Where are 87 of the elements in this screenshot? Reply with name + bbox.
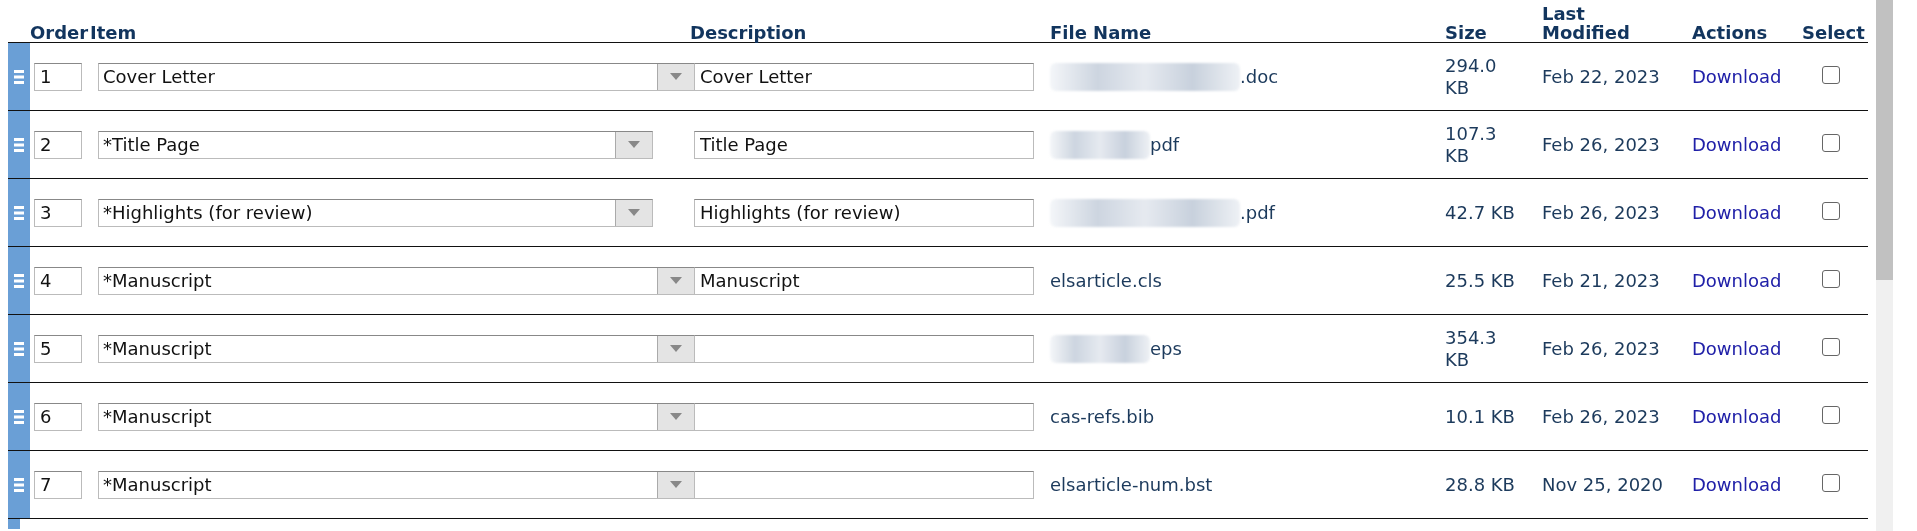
modified-date: Feb 26, 2023 xyxy=(1542,201,1661,224)
select-checkbox[interactable] xyxy=(1822,65,1840,84)
column-header: Order xyxy=(30,23,90,42)
description-input[interactable] xyxy=(694,470,1034,499)
item-dropdown[interactable]: *Highlights (for review) xyxy=(98,198,653,227)
order-input[interactable]: 4 xyxy=(34,266,82,295)
file-name: cas-refs.bib xyxy=(1050,405,1155,428)
file-name: elsarticle-num.bst xyxy=(1050,473,1213,496)
caret-icon xyxy=(670,277,682,284)
file-size: 107.3 KB xyxy=(1445,122,1498,167)
drag-handle[interactable] xyxy=(8,519,20,529)
download-link[interactable]: Download xyxy=(1692,134,1782,155)
drag-handle-icon[interactable] xyxy=(14,204,24,221)
description-input[interactable]: Manuscript xyxy=(694,266,1034,295)
drag-handle-icon[interactable] xyxy=(14,408,24,425)
select-checkbox[interactable] xyxy=(1822,201,1840,220)
download-link[interactable]: Download xyxy=(1692,406,1782,427)
select-checkbox[interactable] xyxy=(1822,133,1840,152)
item-dropdown[interactable]: *Manuscript xyxy=(98,402,695,431)
column-header: File Name xyxy=(1049,23,1153,42)
select-checkbox[interactable] xyxy=(1822,405,1840,424)
description-input[interactable]: Cover Letter xyxy=(694,62,1034,91)
description-input[interactable]: Highlights (for review) xyxy=(694,198,1034,227)
select-checkbox[interactable] xyxy=(1822,473,1840,492)
file-size: 10.1 KB xyxy=(1445,405,1515,428)
column-header: Select xyxy=(1802,23,1866,42)
file-name: .doc xyxy=(1240,65,1279,88)
column-header: Actions xyxy=(1692,23,1769,42)
description-input[interactable]: Title Page xyxy=(694,130,1034,159)
order-input[interactable]: 2 xyxy=(34,130,82,159)
item-dropdown[interactable]: *Manuscript xyxy=(98,266,695,295)
modified-date: Feb 26, 2023 xyxy=(1542,337,1661,360)
download-link[interactable]: Download xyxy=(1692,66,1782,87)
file-name: eps xyxy=(1150,337,1182,360)
drag-handle[interactable] xyxy=(8,247,30,314)
description-input[interactable] xyxy=(694,334,1034,363)
caret-icon xyxy=(670,481,682,488)
modified-date: Feb 26, 2023 xyxy=(1542,405,1661,428)
file-size: 42.7 KB xyxy=(1445,201,1515,224)
order-input[interactable]: 5 xyxy=(34,334,82,363)
modified-date: Feb 21, 2023 xyxy=(1542,269,1661,292)
drag-handle-icon[interactable] xyxy=(14,272,24,289)
select-checkbox[interactable] xyxy=(1822,269,1840,288)
drag-handle[interactable] xyxy=(8,111,30,178)
drag-handle-icon[interactable] xyxy=(14,340,24,357)
modified-date: Feb 26, 2023 xyxy=(1542,133,1661,156)
caret-icon xyxy=(670,73,682,80)
item-dropdown[interactable]: *Manuscript xyxy=(98,334,695,363)
select-checkbox[interactable] xyxy=(1822,337,1840,356)
modified-date: Feb 22, 2023 xyxy=(1542,65,1661,88)
drag-handle[interactable] xyxy=(8,383,30,450)
file-name: .pdf xyxy=(1240,201,1275,224)
order-input[interactable]: 7 xyxy=(34,470,82,499)
description-input[interactable] xyxy=(694,402,1034,431)
caret-icon xyxy=(628,141,640,148)
order-input[interactable]: 1 xyxy=(34,62,82,91)
order-input[interactable]: 6 xyxy=(34,402,82,431)
file-name: elsarticle.cls xyxy=(1050,269,1162,292)
column-header: Description xyxy=(690,23,808,42)
file-size: 28.8 KB xyxy=(1445,473,1515,496)
file-size: 354.3 KB xyxy=(1445,326,1498,371)
drag-handle[interactable] xyxy=(8,179,30,246)
drag-handle-icon[interactable] xyxy=(14,68,24,85)
file-size: 25.5 KB xyxy=(1445,269,1515,292)
modified-date: Nov 25, 2020 xyxy=(1542,473,1664,496)
order-input[interactable]: 3 xyxy=(34,198,82,227)
file-size: 294.0 KB xyxy=(1445,54,1498,99)
item-dropdown[interactable]: *Manuscript xyxy=(98,470,695,499)
caret-icon xyxy=(670,413,682,420)
download-link[interactable]: Download xyxy=(1692,270,1782,291)
download-link[interactable]: Download xyxy=(1692,202,1782,223)
drag-handle-icon[interactable] xyxy=(14,136,24,153)
item-dropdown[interactable]: *Title Page xyxy=(98,130,653,159)
file-name: pdf xyxy=(1150,133,1180,156)
drag-handle[interactable] xyxy=(8,315,30,382)
drag-handle[interactable] xyxy=(8,451,30,518)
caret-icon xyxy=(628,209,640,216)
column-header: Size xyxy=(1445,23,1488,42)
drag-handle[interactable] xyxy=(8,43,30,110)
column-header: Last Modified xyxy=(1542,4,1631,42)
caret-icon xyxy=(670,345,682,352)
download-link[interactable]: Download xyxy=(1692,474,1782,495)
column-header: Item xyxy=(90,23,138,42)
item-dropdown[interactable]: Cover Letter xyxy=(98,62,695,91)
download-link[interactable]: Download xyxy=(1692,338,1782,359)
drag-handle-icon[interactable] xyxy=(14,476,24,493)
scrollbar[interactable] xyxy=(1876,0,1893,531)
